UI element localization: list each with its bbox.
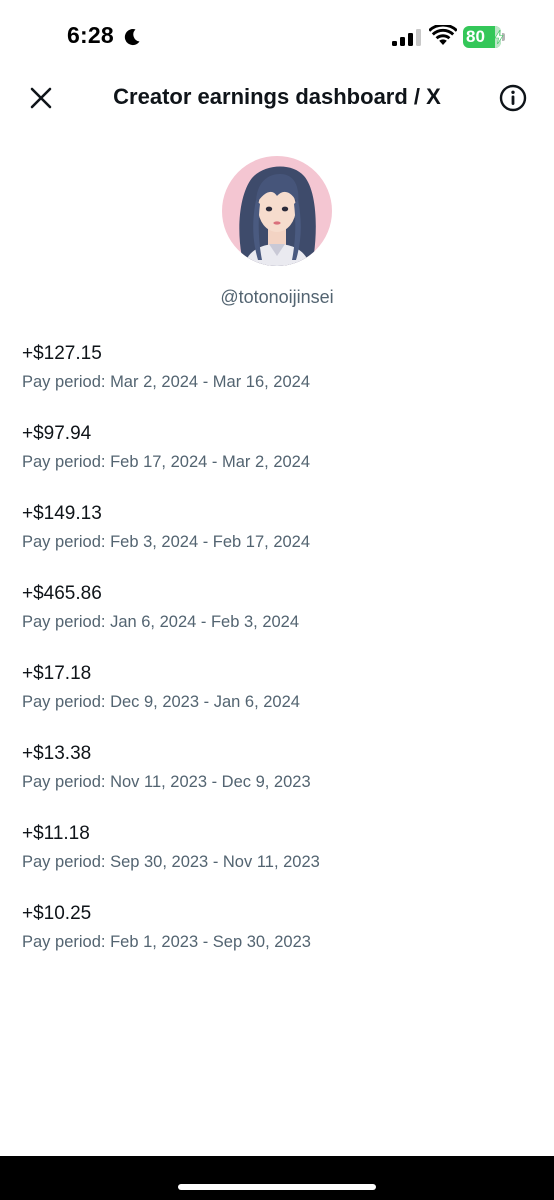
pay-period-range: Feb 1, 2023 - Sep 30, 2023 [110,933,311,951]
avatar-image [222,156,332,266]
list-item: +$149.13 Pay period: Feb 3, 2024 - Feb 1… [22,501,532,581]
list-item: +$97.94 Pay period: Feb 17, 2024 - Mar 2… [22,421,532,501]
pay-period-label: Pay period: [22,533,111,551]
list-item: +$465.86 Pay period: Jan 6, 2024 - Feb 3… [22,581,532,661]
list-item: +$127.15 Pay period: Mar 2, 2024 - Mar 1… [22,341,532,421]
pay-period: Pay period: Feb 17, 2024 - Mar 2, 2024 [22,451,532,473]
earning-amount: +$97.94 [22,423,92,444]
profile-handle: @totonoijinsei [220,287,334,307]
pay-period-range: Nov 11, 2023 - Dec 9, 2023 [110,773,311,791]
status-bar: 6:28 80 [0,0,554,70]
pay-period-range: Feb 3, 2024 - Feb 17, 2024 [110,533,311,551]
pay-period-range: Jan 6, 2024 - Feb 3, 2024 [110,613,300,631]
page-title: Creator earnings dashboard / X [113,84,441,109]
earning-amount: +$11.18 [22,823,90,844]
list-item: +$17.18 Pay period: Dec 9, 2023 - Jan 6,… [22,661,532,741]
list-item: +$13.38 Pay period: Nov 11, 2023 - Dec 9… [22,741,532,821]
earning-amount: +$10.25 [22,903,92,924]
pay-period-label: Pay period: [22,853,111,871]
earning-amount: +$149.13 [22,503,102,524]
pay-period: Pay period: Sep 30, 2023 - Nov 11, 2023 [22,851,532,873]
list-item: +$11.18 Pay period: Sep 30, 2023 - Nov 1… [22,821,532,901]
pay-period: Pay period: Feb 3, 2024 - Feb 17, 2024 [22,531,532,553]
battery-level: 80 [466,27,485,46]
avatar [222,156,332,266]
pay-period: Pay period: Jan 6, 2024 - Feb 3, 2024 [22,611,532,633]
pay-period-range: Mar 2, 2024 - Mar 16, 2024 [110,373,311,391]
wifi-icon [429,25,457,45]
pay-period-label: Pay period: [22,373,111,391]
list-item: +$10.25 Pay period: Feb 1, 2023 - Sep 30… [22,901,532,981]
pay-period-range: Dec 9, 2023 - Jan 6, 2024 [110,693,300,711]
battery-icon: 80 [463,26,505,48]
pay-period-label: Pay period: [22,453,111,471]
pay-period-label: Pay period: [22,773,111,791]
header: Creator earnings dashboard / X [0,70,554,126]
pay-period-range: Feb 17, 2024 - Mar 2, 2024 [110,453,311,471]
bolt-icon [494,30,504,44]
earning-amount: +$13.38 [22,743,92,764]
earning-amount: +$127.15 [22,343,102,364]
bottom-bar [0,1156,554,1200]
home-indicator[interactable] [178,1184,376,1190]
moon-icon [124,29,140,46]
earning-amount: +$17.18 [22,663,92,684]
pay-period: Pay period: Mar 2, 2024 - Mar 16, 2024 [22,371,532,393]
status-time: 6:28 [67,22,114,48]
pay-period-label: Pay period: [22,693,111,711]
pay-period: Pay period: Feb 1, 2023 - Sep 30, 2023 [22,931,532,953]
pay-period: Pay period: Dec 9, 2023 - Jan 6, 2024 [22,691,532,713]
earnings-list: +$127.15 Pay period: Mar 2, 2024 - Mar 1… [22,341,532,981]
signal-icon [392,29,421,46]
info-button[interactable] [496,81,530,115]
info-icon [499,84,527,112]
pay-period: Pay period: Nov 11, 2023 - Dec 9, 2023 [22,771,532,793]
pay-period-label: Pay period: [22,613,111,631]
pay-period-label: Pay period: [22,933,111,951]
pay-period-range: Sep 30, 2023 - Nov 11, 2023 [110,853,320,871]
earning-amount: +$465.86 [22,583,102,604]
